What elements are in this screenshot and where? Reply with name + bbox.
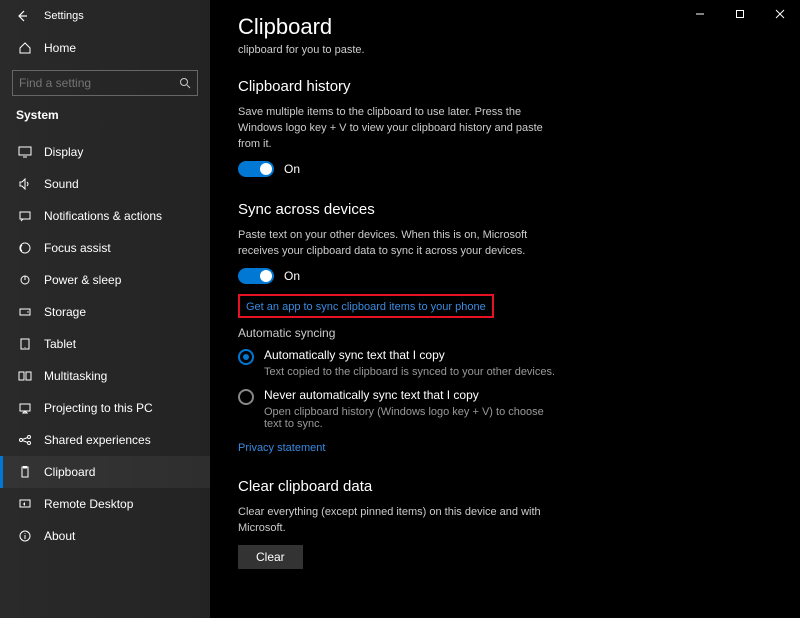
sidebar: Settings Home System Display	[0, 0, 210, 618]
radio-option-never[interactable]: Never automatically sync text that I cop…	[238, 388, 722, 430]
sync-heading: Sync across devices	[238, 201, 722, 218]
nav-item-shared[interactable]: Shared experiences	[0, 424, 210, 456]
remote-icon	[16, 498, 34, 510]
tablet-icon	[16, 338, 34, 350]
page-title: Clipboard	[238, 14, 722, 40]
highlighted-link-box: Get an app to sync clipboard items to yo…	[238, 294, 494, 318]
notifications-icon	[16, 210, 34, 222]
nav-item-power[interactable]: Power & sleep	[0, 264, 210, 296]
nav-item-remote[interactable]: Remote Desktop	[0, 488, 210, 520]
nav-label: Multitasking	[44, 369, 107, 383]
history-toggle[interactable]	[238, 161, 274, 177]
radio-never-label: Never automatically sync text that I cop…	[264, 388, 564, 402]
nav-label: Sound	[44, 177, 79, 191]
nav-label: Focus assist	[44, 241, 111, 255]
about-icon	[16, 530, 34, 542]
nav-label: Tablet	[44, 337, 76, 351]
search-wrap	[0, 64, 210, 104]
clear-heading: Clear clipboard data	[238, 478, 722, 495]
radio-option-auto[interactable]: Automatically sync text that I copy Text…	[238, 348, 722, 378]
nav-label: Storage	[44, 305, 86, 319]
nav-item-storage[interactable]: Storage	[0, 296, 210, 328]
nav-item-tablet[interactable]: Tablet	[0, 328, 210, 360]
sync-toggle[interactable]	[238, 268, 274, 284]
radio-auto-label: Automatically sync text that I copy	[264, 348, 555, 362]
history-heading: Clipboard history	[238, 78, 722, 95]
nav-label: Display	[44, 145, 83, 159]
window-controls	[680, 0, 800, 28]
page-subtext: clipboard for you to paste.	[238, 44, 722, 56]
radio-never-desc: Open clipboard history (Windows logo key…	[264, 406, 564, 430]
projecting-icon	[16, 402, 34, 414]
search-icon	[179, 77, 191, 89]
nav-item-sound[interactable]: Sound	[0, 168, 210, 200]
sync-toggle-state: On	[284, 269, 300, 283]
nav-label: Projecting to this PC	[44, 401, 153, 415]
nav-item-display[interactable]: Display	[0, 136, 210, 168]
nav-item-projecting[interactable]: Projecting to this PC	[0, 392, 210, 424]
history-toggle-state: On	[284, 162, 300, 176]
privacy-link[interactable]: Privacy statement	[238, 442, 325, 454]
section-clear: Clear clipboard data Clear everything (e…	[238, 478, 722, 569]
section-sync: Sync across devices Paste text on your o…	[238, 201, 722, 454]
search-box[interactable]	[12, 70, 198, 96]
focus-icon	[16, 242, 34, 254]
nav-item-multitasking[interactable]: Multitasking	[0, 360, 210, 392]
maximize-button[interactable]	[720, 0, 760, 28]
back-button[interactable]	[8, 2, 36, 30]
clear-button[interactable]: Clear	[238, 545, 303, 569]
back-arrow-icon	[15, 9, 29, 23]
radio-auto[interactable]	[238, 349, 254, 365]
sound-icon	[16, 178, 34, 190]
clear-desc: Clear everything (except pinned items) o…	[238, 505, 578, 537]
nav-item-focus[interactable]: Focus assist	[0, 232, 210, 264]
nav-item-about[interactable]: About	[0, 520, 210, 552]
nav-label: Power & sleep	[44, 273, 121, 287]
nav-label: Shared experiences	[44, 433, 151, 447]
clipboard-icon	[16, 466, 34, 478]
get-app-link[interactable]: Get an app to sync clipboard items to yo…	[246, 301, 486, 313]
home-nav[interactable]: Home	[0, 32, 210, 64]
multitasking-icon	[16, 370, 34, 382]
titlebar: Settings	[0, 0, 210, 32]
radio-auto-desc: Text copied to the clipboard is synced t…	[264, 366, 555, 378]
home-icon	[16, 41, 34, 55]
auto-sync-label: Automatic syncing	[238, 326, 722, 340]
minimize-button[interactable]	[680, 0, 720, 28]
app-title: Settings	[44, 10, 84, 22]
home-label: Home	[44, 41, 76, 55]
sync-desc: Paste text on your other devices. When t…	[238, 228, 548, 260]
nav-label: Clipboard	[44, 465, 95, 479]
nav-label: Remote Desktop	[44, 497, 133, 511]
radio-never[interactable]	[238, 389, 254, 405]
history-desc: Save multiple items to the clipboard to …	[238, 105, 548, 153]
shared-icon	[16, 434, 34, 446]
storage-icon	[16, 306, 34, 318]
section-clipboard-history: Clipboard history Save multiple items to…	[238, 78, 722, 177]
nav-label: Notifications & actions	[44, 209, 162, 223]
search-input[interactable]	[19, 76, 179, 90]
nav-label: About	[44, 529, 75, 543]
nav-item-clipboard[interactable]: Clipboard	[0, 456, 210, 488]
main-content: Clipboard clipboard for you to paste. Cl…	[210, 0, 800, 618]
nav-item-notifications[interactable]: Notifications & actions	[0, 200, 210, 232]
close-button[interactable]	[760, 0, 800, 28]
nav-list: Display Sound Notifications & actions Fo…	[0, 136, 210, 552]
display-icon	[16, 146, 34, 158]
nav-group-label: System	[0, 104, 210, 130]
power-icon	[16, 274, 34, 286]
